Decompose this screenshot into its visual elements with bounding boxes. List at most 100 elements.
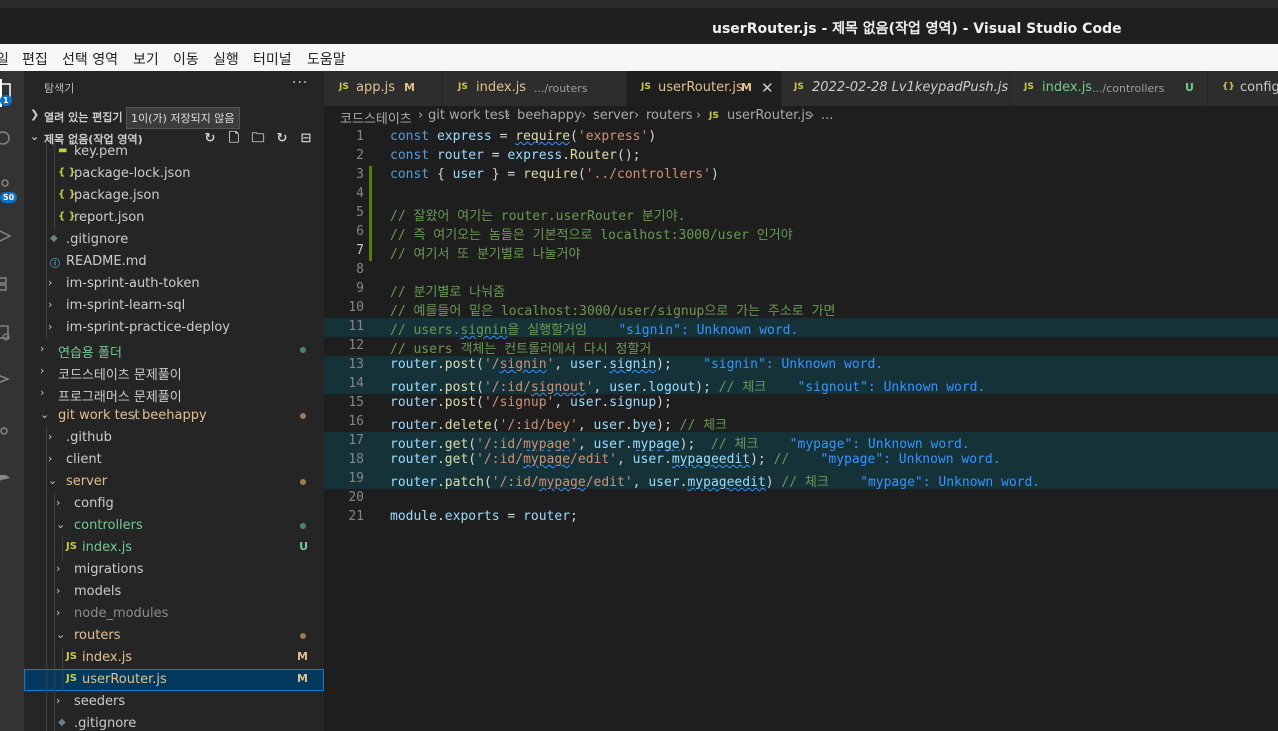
code-line[interactable]: 15 router.post('/signup', user.signup);	[324, 394, 1278, 413]
code-line[interactable]: 13 router.post('/signin', user.signin); "…	[324, 356, 1278, 375]
menu-run[interactable]: 실행	[213, 49, 239, 69]
tree-file[interactable]: JS index.js U	[24, 537, 324, 559]
code-editor[interactable]: 1 const express = require('express') 2 cons…	[324, 128, 1278, 731]
breadcrumb-item[interactable]: beehappy	[517, 108, 582, 123]
code-text: const express = require('express')	[390, 129, 656, 144]
code-token: router	[436, 148, 484, 163]
code-line[interactable]: 14 router.post('/:id/signout', user.logou…	[324, 375, 1278, 395]
line-number: 7	[356, 243, 364, 258]
menu-go[interactable]: 이동	[173, 49, 199, 69]
menu-help[interactable]: 도움말	[307, 49, 346, 69]
code-text: // 예를들어 밑은 localhost:3000/user/signup으로 …	[390, 300, 836, 319]
code-token: // 체크	[679, 418, 728, 433]
tree-folder[interactable]: › models	[24, 581, 324, 603]
tab-index-js-routers[interactable]: JS index.js .../routers M	[443, 71, 716, 106]
breadcrumb-item[interactable]: 코드스테이츠	[340, 108, 412, 127]
code-line[interactable]: 17 router.get('/:id/mypage', user.mypage)…	[324, 432, 1278, 452]
menu-file[interactable]: 일	[0, 49, 9, 69]
editor-tab-bar: JS app.js M JS index.js .../routers M JS…	[324, 71, 1278, 106]
indent-guide	[54, 625, 55, 647]
menu-edit[interactable]: 편집	[22, 49, 48, 69]
code-line[interactable]: 4	[324, 185, 1278, 204]
tree-file[interactable]: ◆ .gitignore	[24, 229, 324, 251]
tree-file[interactable]: { } report.json	[24, 207, 324, 229]
tree-file[interactable]: ⓘ README.md	[24, 251, 324, 273]
menu-terminal[interactable]: 터미널	[253, 49, 292, 69]
tree-file[interactable]: { } package-lock.json	[24, 163, 324, 185]
tree-folder[interactable]: › client	[24, 449, 324, 471]
menu-view[interactable]: 보기	[133, 49, 159, 69]
gitignore-icon: ◆	[58, 717, 66, 728]
tree-folder[interactable]: › config	[24, 493, 324, 515]
code-token: .	[601, 395, 610, 410]
code-line[interactable]: 18 router.get('/:id/mypage/edit', user.my…	[324, 451, 1278, 470]
tree-folder[interactable]: › im-sprint-auth-token	[24, 273, 324, 295]
code-line[interactable]: 20	[324, 489, 1278, 508]
breadcrumb-item[interactable]: routers	[646, 108, 692, 123]
indent-guide	[54, 207, 55, 229]
tree-folder[interactable]: › node_modules	[24, 603, 324, 625]
code-line[interactable]: 7 // 여기서 또 분기별로 나눌거야	[324, 242, 1278, 262]
breadcrumb-item[interactable]: ...	[821, 108, 833, 123]
tree-item-label: 코드스테이츠 문제풀이	[58, 368, 182, 383]
breadcrumb-item[interactable]: userRouter.js	[727, 108, 812, 123]
js-file-icon: JS	[794, 82, 804, 92]
code-line[interactable]: 12 // users 객체는 컨트롤러에서 다시 정할거	[324, 337, 1278, 357]
code-line[interactable]: 3 const { user } = require('../controller…	[324, 166, 1278, 185]
code-line[interactable]: 10 // 예를들어 밑은 localhost:3000/user/signup으…	[324, 299, 1278, 319]
search-icon[interactable]	[0, 131, 16, 147]
git-graph-icon[interactable]	[0, 423, 16, 439]
code-line[interactable]: 16 router.delete('/:id/bey', user.bye); /…	[324, 413, 1278, 433]
code-token: user	[648, 475, 680, 490]
menu-selection[interactable]: 선택 영역	[62, 49, 118, 69]
tree-folder[interactable]: ⌄ routers	[24, 625, 324, 647]
tab-keypad-js[interactable]: JS 2022-02-28 Lv1keypadPush.js	[782, 71, 1010, 106]
tree-folder[interactable]: › 연습용 폴더	[24, 339, 324, 361]
tree-file[interactable]: JS userRouter.js M	[24, 669, 324, 691]
breadcrumb-item[interactable]: git work test	[428, 108, 510, 123]
tab-config[interactable]: {} config	[1208, 71, 1278, 106]
tree-folder[interactable]: › im-sprint-practice-deploy	[24, 317, 324, 339]
tree-folder[interactable]: › 코드스테이츠 문제풀이	[24, 361, 324, 383]
tree-folder[interactable]: › 프로그래머스 문제풀이	[24, 383, 324, 405]
tab-userrouter-js[interactable]: JS userRouter.js M ✕	[627, 71, 782, 106]
code-line[interactable]: 21 module.exports = router;	[324, 508, 1278, 527]
code-line[interactable]: 9 // 분기별로 나눠줌	[324, 280, 1278, 300]
code-line[interactable]: 6 // 즉 여기오는 놈들은 기본적으로 localhost:3000/user…	[324, 223, 1278, 243]
code-line[interactable]: 2 const router = express.Router();	[324, 147, 1278, 166]
tree-folder[interactable]: ⌄ git work test / beehappy	[24, 405, 324, 427]
json-file-icon: {}	[1222, 82, 1235, 92]
tree-item-label: report.json	[74, 210, 145, 225]
docker-icon[interactable]	[0, 469, 16, 485]
breadcrumb-item[interactable]: server	[593, 108, 634, 123]
tree-folder[interactable]: › seeders	[24, 691, 324, 713]
remote-explorer-icon[interactable]	[0, 325, 16, 341]
tree-folder[interactable]: ⌄ controllers	[24, 515, 324, 537]
tree-item-label: controllers	[74, 518, 143, 533]
code-line[interactable]: 19 router.patch('/:id/mypage/edit', user.…	[324, 470, 1278, 490]
tree-file[interactable]: JS index.js M	[24, 647, 324, 669]
tree-folder[interactable]: › im-sprint-learn-sql	[24, 295, 324, 317]
code-line[interactable]: 1 const express = require('express')	[324, 128, 1278, 147]
tree-folder[interactable]: ⌄ server	[24, 471, 324, 493]
tree-folder[interactable]: › .github	[24, 427, 324, 449]
tab-app-js[interactable]: JS app.js M	[324, 71, 443, 106]
more-actions-icon[interactable]: ···	[292, 75, 308, 91]
tree-file[interactable]: ◆ .gitignore	[24, 713, 324, 731]
tree-folder[interactable]: › migrations	[24, 559, 324, 581]
indent-guide	[46, 625, 47, 647]
code-token: =	[491, 129, 516, 144]
code-line[interactable]: 8	[324, 261, 1278, 280]
chevron-right-icon: ›	[48, 430, 53, 443]
layers-icon[interactable]	[0, 371, 16, 387]
extensions-icon[interactable]	[0, 276, 16, 292]
code-line[interactable]: 11 // users.signin을 실행할거임 "signin": Unkno…	[324, 318, 1278, 338]
run-debug-icon[interactable]	[0, 228, 16, 244]
tree-file[interactable]: { } package.json	[24, 185, 324, 207]
code-line[interactable]: 5 // 잘왔어 여기는 router.userRouter 분기야.	[324, 204, 1278, 224]
chevron-right-icon: ›	[48, 276, 53, 289]
line-number: 11	[348, 319, 364, 334]
close-icon[interactable]: ✕	[761, 79, 774, 97]
tab-index-js-controllers[interactable]: JS index.js .../controllers U	[1010, 71, 1208, 106]
tree-file[interactable]: ▬ key.pem	[24, 141, 324, 163]
